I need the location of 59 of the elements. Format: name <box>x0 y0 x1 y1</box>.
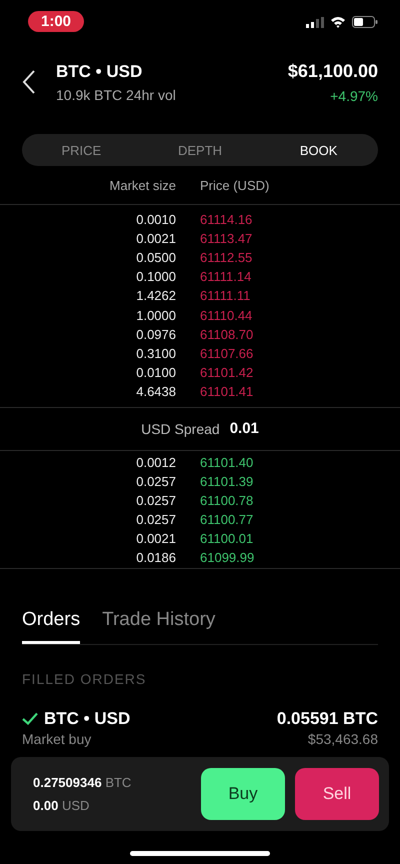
order-amount: 0.05591 BTC <box>276 708 378 728</box>
bid-price: 61100.01 <box>199 531 254 546</box>
order-size: 0.0257 <box>135 474 176 490</box>
view-tab[interactable]: BOOK <box>259 134 378 166</box>
price-change: +4.97% <box>330 88 378 104</box>
order-size: 0.3100 <box>135 346 176 361</box>
ask-price: 61101.42 <box>199 364 254 380</box>
order-size: 0.0100 <box>135 364 176 380</box>
ask-price: 61107.66 <box>199 346 254 361</box>
order-price: $53,463.68 <box>308 730 378 746</box>
order-type: Market buy <box>22 730 92 746</box>
ask-price: 61110.44 <box>199 308 252 323</box>
order-size: 0.1000 <box>135 269 176 284</box>
signal-icon <box>306 16 324 28</box>
buy-button[interactable]: Buy <box>201 768 285 820</box>
bid-price: 61100.78 <box>199 493 254 508</box>
bid-price: 61099.99 <box>199 550 254 566</box>
bid-price: 61100.77 <box>199 512 254 528</box>
ask-price: 61113.47 <box>199 231 252 246</box>
ask-price: 61101.41 <box>199 384 254 399</box>
usd-balance: 0.00 USD <box>33 798 90 813</box>
order-size: 0.0257 <box>135 493 176 508</box>
bid-price: 61101.40 <box>199 454 254 470</box>
battery-icon <box>352 16 378 28</box>
pair-title: BTC • USD <box>56 62 144 82</box>
order-size: 0.0012 <box>135 454 176 470</box>
order-size: 0.0500 <box>135 250 176 266</box>
wifi-icon <box>330 16 346 28</box>
ask-price: 61111.11 <box>199 288 250 304</box>
view-tab[interactable]: PRICE <box>22 134 141 166</box>
order-size: 1.0000 <box>135 308 176 323</box>
order-pair: BTC • USD <box>44 708 130 728</box>
status-time: 1:00 <box>28 10 84 32</box>
bid-price: 61101.39 <box>199 474 254 490</box>
ask-price: 61108.70 <box>199 326 254 342</box>
sell-button[interactable]: Sell <box>295 768 379 820</box>
section-title: FILLED ORDERS <box>22 670 148 686</box>
spread-label: USD Spread <box>141 420 220 437</box>
view-tab[interactable]: DEPTH <box>140 134 260 166</box>
column-header: Market size <box>108 178 176 192</box>
orders-tab[interactable]: Orders <box>22 608 80 644</box>
orders-tab[interactable]: Trade History <box>102 608 216 644</box>
volume-text: 10.9k BTC 24hr vol <box>56 86 177 102</box>
order-size: 0.0186 <box>135 550 176 566</box>
spread-value: 0.01 <box>230 420 259 438</box>
order-size: 4.6438 <box>135 384 176 399</box>
btc-balance: 0.27509346 BTC <box>33 775 132 790</box>
ask-price: 61114.16 <box>199 212 252 228</box>
order-size: 0.0021 <box>135 531 176 546</box>
order-size: 1.4262 <box>135 288 176 304</box>
order-size: 0.0021 <box>135 231 176 246</box>
order-size: 0.0976 <box>135 326 176 342</box>
ask-price: 61112.55 <box>199 250 252 266</box>
column-header: Price (USD) <box>199 178 270 192</box>
order-size: 0.0257 <box>135 512 176 528</box>
ask-price: 61111.14 <box>199 269 252 284</box>
order-size: 0.0010 <box>135 212 176 228</box>
back-icon[interactable] <box>22 69 36 95</box>
current-price: $61,100.00 <box>288 60 378 82</box>
